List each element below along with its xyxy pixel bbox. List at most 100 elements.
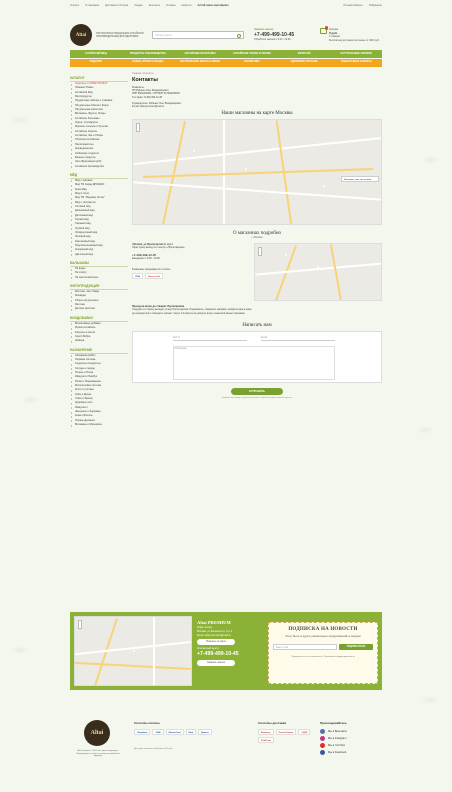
menu-item[interactable]: Здоровое питание	[278, 58, 330, 67]
social-link[interactable]: Мы в Вконтакте	[320, 728, 382, 735]
map-pin[interactable]	[245, 167, 248, 171]
name-field[interactable]: Ф.И.О.	[173, 336, 247, 342]
footer-logo[interactable]: Altai	[84, 720, 110, 746]
payment-note-link[interactable]: Доставка заказов по Москве и России	[134, 748, 173, 750]
form-title: Написать нам	[242, 323, 272, 329]
cart-badge	[325, 26, 329, 30]
payment-method-icon: Сбербанк	[134, 729, 151, 735]
send-button[interactable]: ОТПРАВИТЬ	[231, 388, 283, 396]
menu-item[interactable]: Продукты пчеловодства	[122, 50, 174, 58]
catalog-sidebar: Каталог Здоровье по ИММУНИТЕТУ Новинки! Но…	[70, 72, 128, 427]
delivery-method-icon: Почта России	[275, 729, 297, 735]
shop-email[interactable]: Email: altai-premium@mail.ru	[197, 634, 261, 638]
sidebar-item[interactable]: Детские фиточаи	[70, 307, 128, 312]
stores-map[interactable]: Напишите нам, мы онлайн	[132, 118, 382, 225]
subscribe-button[interactable]: ПОДПИСАТЬСЯ	[339, 643, 373, 650]
social-links: Присоединяйтесь Мы в Вконтакте Мы в Insta…	[320, 721, 382, 756]
menu-item[interactable]: Снеки, орехи и ягоды	[122, 58, 174, 67]
top-link[interactable]: Контакты	[149, 4, 160, 7]
sidebar-section-title[interactable]: Назначение	[70, 347, 128, 354]
top-link[interactable]: Отзывы	[166, 4, 176, 7]
menu-item[interactable]: Алтайский мёд	[70, 50, 122, 58]
top-link[interactable]: Новости	[182, 4, 192, 7]
newsletter-subtitle: Хочу быть в курсе уникальных предложений…	[285, 634, 361, 638]
menu-item[interactable]: Подарочные наборы	[330, 58, 382, 67]
sidebar-item[interactable]: На пантогематогене	[70, 276, 128, 280]
menu-item[interactable]: Фиточай	[278, 50, 330, 58]
delivery-method-icon: PickPoint	[258, 737, 274, 743]
footer-copyright: Altai Premium © 2024. Все права защищены…	[76, 750, 120, 758]
footer-map[interactable]	[74, 616, 192, 686]
sidebar-section-title[interactable]: Биодобавки	[70, 315, 128, 322]
top-link[interactable]: О компании	[85, 4, 99, 7]
map-zoom-control[interactable]	[136, 122, 140, 132]
contact-form: Ф.И.О. Email Сообщение	[132, 331, 382, 384]
sidebar-item[interactable]: Алтайская производства	[70, 165, 128, 169]
show-map-button[interactable]: Показать на карте	[197, 639, 235, 646]
footer-phone[interactable]: +7-499-499-10-45	[197, 651, 261, 658]
email-field[interactable]: Email	[261, 336, 335, 342]
newsletter-email-input[interactable]: Ваш e-mail	[273, 643, 337, 650]
store-block: г.Москва, ул.Пролетарская 3, стр.1 Офис …	[132, 242, 382, 301]
menu-item[interactable]: Косметика	[226, 58, 278, 67]
menu-item[interactable]: Натуральные сиропы	[330, 50, 382, 58]
main-menu: Алтайский мёд Продукты пчеловодства Алтайс…	[70, 50, 382, 67]
menu-item[interactable]: Подарки	[70, 58, 122, 67]
breadcrumb[interactable]: Главная / Контакты	[132, 72, 382, 75]
form-note: Нажимая на кнопку, вы даете согласие на …	[221, 397, 293, 400]
social-link[interactable]: Мы в YouTube	[320, 742, 382, 749]
sidebar-section-title[interactable]: Каталог	[70, 75, 128, 82]
search-input[interactable]: Что вы хотите?	[152, 31, 244, 39]
account-link[interactable]: Личный кабинет	[343, 4, 363, 7]
social-link[interactable]: Мы в Facebook	[320, 749, 382, 756]
about-subtitle: г. Москва	[251, 235, 263, 239]
map-pin[interactable]	[323, 184, 326, 188]
map-pin[interactable]	[133, 650, 136, 653]
cart-widget[interactable]: Корзина 0 руб. 0 товаров Бесплатная дост…	[320, 26, 382, 42]
sidebar-section-title[interactable]: Фитопродукция	[70, 283, 128, 291]
top-link[interactable]: Доставка и Оплата	[105, 4, 128, 7]
store-map[interactable]	[254, 242, 382, 301]
map-pin[interactable]	[193, 149, 196, 153]
contact-block: Заказать звонок +7-499-499-10-45 Обработ…	[254, 28, 314, 41]
metro-text: Следуйте в сторону выхода к улице Пролет…	[132, 308, 252, 315]
header-phone[interactable]: +7-499-499-10-45	[254, 32, 314, 39]
payment-method-icon: MasterCard	[165, 729, 184, 735]
mastercard-icon: MasterCard	[145, 272, 164, 279]
menu-item[interactable]: Алтайские бальзамы	[174, 50, 226, 58]
newsletter-title: ПОДПИСКА НА НОВОСТИ	[288, 627, 358, 632]
social-title: Присоединяйтесь	[320, 721, 347, 725]
store-address-note: Офис сразу выход из ст.метро «Пролетарск…	[132, 246, 185, 250]
top-link-highlight[interactable]: Алтай заказ сертификат	[198, 4, 229, 7]
top-link[interactable]: Скидки	[134, 4, 143, 7]
online-chat-widget[interactable]: Напишите нам, мы онлайн	[341, 175, 379, 182]
site-logo[interactable]: Altai	[70, 24, 92, 46]
company-info: Реквизиты: ИП Рябенко Олег Владимирович ИН…	[132, 86, 382, 109]
sidebar-item[interactable]: Цветочный мёд	[70, 253, 128, 257]
payment-method-icon: VISA	[152, 729, 164, 735]
info-line: E-mail: altai-premium@mail.ru	[132, 105, 165, 109]
message-field[interactable]: Сообщение	[173, 346, 335, 381]
tagline: Натуральная продукция алтайских производ…	[96, 31, 144, 38]
favorites-link[interactable]: Избранное	[369, 4, 382, 7]
map-pin[interactable]	[285, 253, 288, 257]
top-link[interactable]: Оплата	[70, 4, 79, 7]
store-hours: Ежедневно с 9:00 - 20:00	[132, 256, 160, 260]
map-zoom-control[interactable]	[258, 246, 262, 256]
social-link[interactable]: Мы в Instagram	[320, 735, 382, 742]
footer-callback-button[interactable]: Заказать звонок	[197, 660, 235, 667]
top-bar: Оплата О компании Доставка и Оплата Скид…	[70, 0, 382, 10]
sidebar-item[interactable]: Витамины и Минералы	[70, 423, 128, 427]
sidebar-section-title[interactable]: Мёд	[70, 172, 128, 179]
sidebar-section-title[interactable]: Бальзамы	[70, 260, 128, 268]
shop-contacts: Altai PREMIUM Офис-склад: Москва, ул.Бал…	[197, 620, 261, 668]
menu-item[interactable]: Натуральные масла и жиры	[174, 58, 226, 67]
delivery-method-icon: Boxberry	[258, 729, 274, 735]
visa-icon: VISA	[132, 272, 144, 279]
search-placeholder: Что вы хотите?	[155, 33, 172, 37]
newsletter-box: ПОДПИСКА НА НОВОСТИ Хочу быть в курсе ун…	[268, 622, 378, 684]
search-icon[interactable]	[237, 33, 241, 38]
menu-item[interactable]: Алтайские травы и сборы	[226, 50, 278, 58]
sidebar-item[interactable]: Живица	[70, 339, 128, 343]
map-zoom-control[interactable]	[78, 620, 82, 629]
